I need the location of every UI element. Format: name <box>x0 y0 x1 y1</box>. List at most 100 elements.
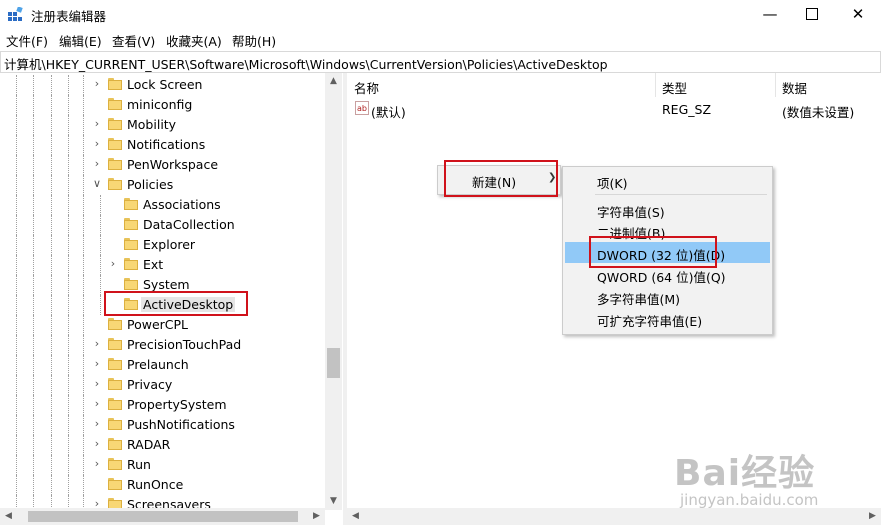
string-value-icon: ab <box>355 101 369 115</box>
tree-item[interactable]: RunOnce <box>0 475 325 495</box>
tree-guide-line <box>51 335 52 355</box>
tree-item[interactable]: › Notifications <box>0 135 325 155</box>
scroll-right-icon[interactable]: ▶ <box>308 508 325 525</box>
tree-item[interactable]: › Mobility <box>0 115 325 135</box>
chevron-right-icon[interactable]: › <box>92 78 102 89</box>
submenu-item-expandable-string-value[interactable]: 可扩充字符串值(E) <box>565 308 770 329</box>
tree-guide-line <box>16 115 17 135</box>
folder-icon <box>124 238 138 250</box>
value-data: (数值未设置) <box>782 105 855 120</box>
tree-item[interactable]: › Ext <box>0 255 325 275</box>
menu-file[interactable]: 文件(F) <box>6 31 48 50</box>
menu-help[interactable]: 帮助(H) <box>232 31 276 50</box>
menu-edit[interactable]: 编辑(E) <box>59 31 102 50</box>
tree-guide-line <box>16 135 17 155</box>
folder-icon <box>124 278 138 290</box>
tree-item[interactable]: › PropertySystem <box>0 395 325 415</box>
tree-item-label: Run <box>127 457 151 472</box>
tree-item[interactable]: › PrecisionTouchPad <box>0 335 325 355</box>
value-row[interactable]: ab (默认) REG_SZ (数值未设置) <box>347 99 881 120</box>
tree-vertical-scrollbar[interactable]: ▲ ▼ <box>325 73 342 510</box>
tree-guide-line <box>83 355 84 375</box>
chevron-right-icon[interactable]: › <box>92 438 102 449</box>
tree-item[interactable]: › PenWorkspace <box>0 155 325 175</box>
scroll-left-icon[interactable]: ◀ <box>347 508 364 525</box>
chevron-right-icon[interactable]: › <box>92 118 102 129</box>
tree-guide-line <box>33 215 34 235</box>
menu-favorites[interactable]: 收藏夹(A) <box>166 31 222 50</box>
tree-item-label: PrecisionTouchPad <box>127 337 242 352</box>
watermark: Bai经验 jingyan.baidu.com <box>674 444 874 516</box>
scroll-left-icon[interactable]: ◀ <box>0 508 17 525</box>
submenu-item-multi-string-value[interactable]: 多字符串值(M) <box>565 286 770 307</box>
tree-guide-line <box>16 435 17 455</box>
tree-scroll-thumb[interactable] <box>327 348 340 378</box>
tree-guide-line <box>16 215 17 235</box>
tree-item-label: PowerCPL <box>127 317 189 332</box>
chevron-right-icon[interactable]: › <box>92 358 102 369</box>
tree-guide-line <box>83 475 84 495</box>
column-header-name[interactable]: 名称 <box>347 73 656 97</box>
tree-guide-line <box>100 195 101 215</box>
tree-guide-line <box>100 275 101 295</box>
address-bar[interactable]: 计算机\HKEY_CURRENT_USER\Software\Microsoft… <box>0 51 881 73</box>
folder-icon <box>124 198 138 210</box>
tree-item-label: miniconfig <box>127 97 193 112</box>
tree-guide-line <box>51 75 52 95</box>
scroll-down-icon[interactable]: ▼ <box>325 493 342 510</box>
submenu-item-key[interactable]: 项(K) <box>565 170 770 191</box>
minimize-button[interactable]: — <box>747 0 793 28</box>
submenu-item-string-value[interactable]: 字符串值(S) <box>565 199 770 220</box>
tree-item[interactable]: Explorer <box>0 235 325 255</box>
tree-item[interactable]: miniconfig <box>0 95 325 115</box>
menu-view[interactable]: 查看(V) <box>112 31 155 50</box>
tree-guide-line <box>83 335 84 355</box>
tree-guide-line <box>16 295 17 315</box>
tree-item[interactable]: › Run <box>0 455 325 475</box>
tree-item-label: PropertySystem <box>127 397 227 412</box>
column-header-data[interactable]: 数据 <box>775 73 881 97</box>
tree-guide-line <box>33 155 34 175</box>
chevron-right-icon[interactable]: › <box>92 338 102 349</box>
chevron-right-icon[interactable]: › <box>92 138 102 149</box>
tree-item[interactable]: Associations <box>0 195 325 215</box>
tree-item[interactable]: › PushNotifications <box>0 415 325 435</box>
tree-guide-line <box>83 75 84 95</box>
tree-guide-line <box>16 375 17 395</box>
watermark-logo: Bai经验 <box>674 453 816 494</box>
folder-icon <box>108 398 122 410</box>
tree-item[interactable]: DataCollection <box>0 215 325 235</box>
tree-guide-line <box>83 135 84 155</box>
tree-guide-line <box>83 275 84 295</box>
chevron-right-icon[interactable]: › <box>92 398 102 409</box>
tree-guide-line <box>33 415 34 435</box>
tree-hscroll-thumb[interactable] <box>28 511 298 522</box>
tree-guide-line <box>68 255 69 275</box>
tree-guide-line <box>33 235 34 255</box>
tree-item-label: PenWorkspace <box>127 157 219 172</box>
tree-guide-line <box>83 375 84 395</box>
tree-item[interactable]: › Privacy <box>0 375 325 395</box>
tree-item[interactable]: › Lock Screen <box>0 75 325 95</box>
tree-guide-line <box>16 155 17 175</box>
maximize-button[interactable] <box>789 0 835 28</box>
chevron-right-icon[interactable]: › <box>92 458 102 469</box>
column-header-type[interactable]: 类型 <box>655 73 776 97</box>
tree-horizontal-scrollbar[interactable]: ◀ ▶ <box>0 508 325 525</box>
tree-item[interactable]: › RADAR <box>0 435 325 455</box>
tree-item[interactable]: ∨ Policies <box>0 175 325 195</box>
chevron-right-icon[interactable]: › <box>92 418 102 429</box>
chevron-right-icon[interactable]: › <box>92 158 102 169</box>
close-button[interactable]: ✕ <box>835 0 881 28</box>
folder-icon <box>108 438 122 450</box>
tree-guide-line <box>68 415 69 435</box>
chevron-down-icon[interactable]: ∨ <box>92 178 102 189</box>
tree-guide-line <box>33 475 34 495</box>
chevron-right-icon[interactable]: › <box>108 258 118 269</box>
tree-guide-line <box>33 115 34 135</box>
tree-item[interactable]: › Prelaunch <box>0 355 325 375</box>
tree-guide-line <box>16 335 17 355</box>
chevron-right-icon[interactable]: › <box>92 378 102 389</box>
scroll-up-icon[interactable]: ▲ <box>325 73 342 90</box>
tree-item[interactable]: PowerCPL <box>0 315 325 335</box>
